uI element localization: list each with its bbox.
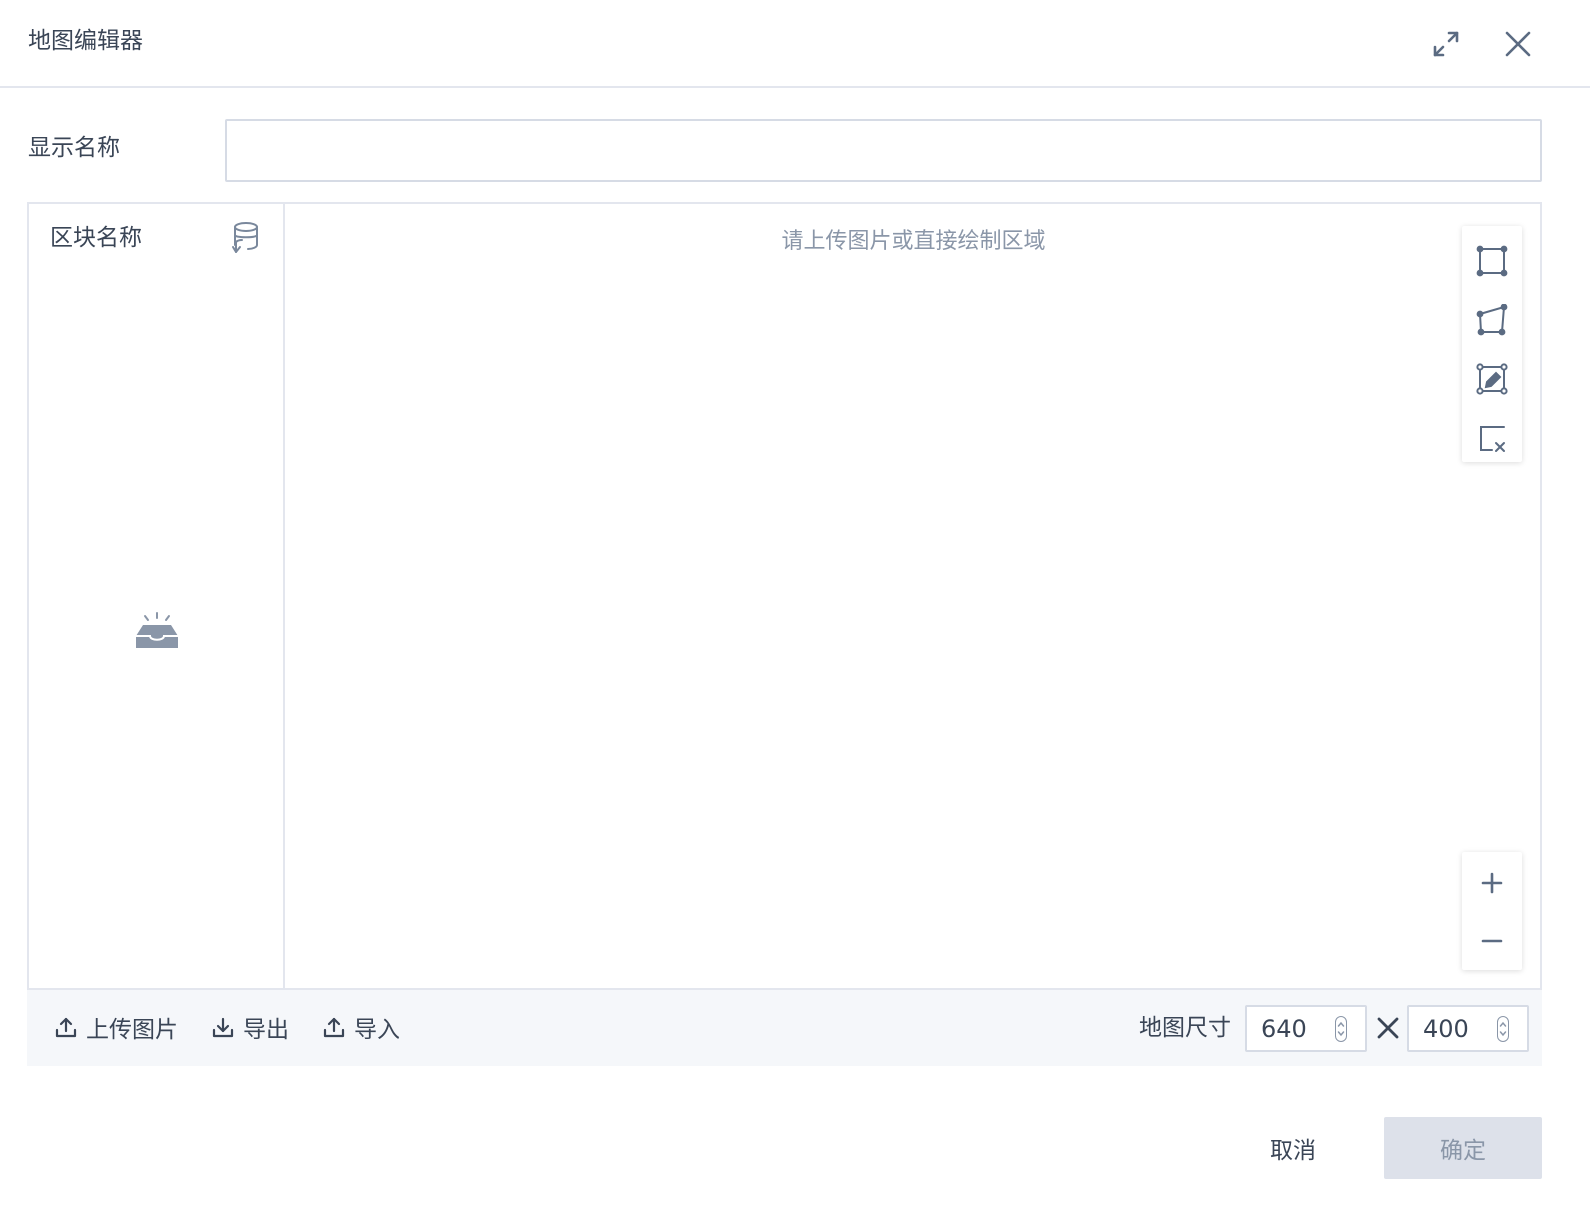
delete-shape-button[interactable] bbox=[1462, 410, 1522, 468]
map-editor-area: 区块名称 请上传图片或直接绘制区域 bbox=[27, 202, 1542, 990]
upload-icon bbox=[55, 1017, 77, 1038]
map-height-stepper[interactable] bbox=[1407, 1005, 1529, 1052]
map-width-stepper[interactable] bbox=[1245, 1005, 1367, 1052]
delete-shape-icon bbox=[1480, 426, 1505, 452]
display-name-input[interactable] bbox=[225, 119, 1542, 182]
dialog-header: 地图编辑器 bbox=[0, 0, 1590, 88]
draw-polygon-icon bbox=[1476, 304, 1508, 336]
import-label: 导入 bbox=[354, 1017, 400, 1043]
close-icon bbox=[1505, 31, 1531, 57]
empty-inbox-icon bbox=[136, 612, 178, 648]
draw-polygon-button[interactable] bbox=[1462, 291, 1522, 349]
upload-image-label: 上传图片 bbox=[86, 1017, 178, 1043]
zoom-in-button[interactable] bbox=[1462, 854, 1522, 912]
map-width-input[interactable] bbox=[1247, 1007, 1337, 1050]
draw-rectangle-icon bbox=[1476, 245, 1508, 277]
height-spinner[interactable] bbox=[1497, 1016, 1509, 1042]
block-list-title: 区块名称 bbox=[50, 225, 142, 251]
expand-button[interactable] bbox=[1424, 22, 1468, 66]
confirm-button[interactable]: 确定 bbox=[1384, 1117, 1542, 1179]
database-sync-icon bbox=[232, 222, 258, 253]
edit-shape-button[interactable] bbox=[1462, 350, 1522, 408]
map-height-input[interactable] bbox=[1409, 1007, 1499, 1050]
sync-blocks-button[interactable] bbox=[229, 220, 261, 256]
edit-shape-icon bbox=[1476, 363, 1508, 395]
zoom-in-icon bbox=[1481, 872, 1503, 894]
expand-icon bbox=[1433, 31, 1459, 57]
zoom-out-button[interactable] bbox=[1462, 912, 1522, 970]
block-list-panel: 区块名称 bbox=[29, 204, 285, 988]
export-button[interactable]: 导出 bbox=[212, 1010, 289, 1044]
cancel-button[interactable]: 取消 bbox=[1238, 1118, 1348, 1178]
zoom-controls bbox=[1462, 852, 1522, 970]
width-spinner[interactable] bbox=[1335, 1016, 1347, 1042]
upload-image-button[interactable]: 上传图片 bbox=[55, 1010, 178, 1044]
import-button[interactable]: 导入 bbox=[323, 1010, 400, 1044]
zoom-out-icon bbox=[1481, 939, 1503, 943]
draw-toolbar bbox=[1462, 226, 1522, 462]
drawing-canvas[interactable]: 请上传图片或直接绘制区域 bbox=[287, 204, 1540, 988]
dialog-title: 地图编辑器 bbox=[28, 28, 143, 54]
map-action-bar: 上传图片 导出 导入 地图尺寸 bbox=[27, 990, 1542, 1066]
export-label: 导出 bbox=[243, 1017, 289, 1043]
map-size-label: 地图尺寸 bbox=[1139, 1015, 1231, 1041]
canvas-hint: 请上传图片或直接绘制区域 bbox=[781, 229, 1046, 254]
download-icon bbox=[212, 1017, 234, 1038]
close-button[interactable] bbox=[1496, 22, 1540, 66]
draw-rectangle-button[interactable] bbox=[1462, 232, 1522, 290]
upload-icon bbox=[323, 1017, 345, 1038]
display-name-label: 显示名称 bbox=[28, 135, 120, 161]
times-separator bbox=[1373, 1012, 1403, 1044]
times-icon bbox=[1377, 1017, 1399, 1039]
